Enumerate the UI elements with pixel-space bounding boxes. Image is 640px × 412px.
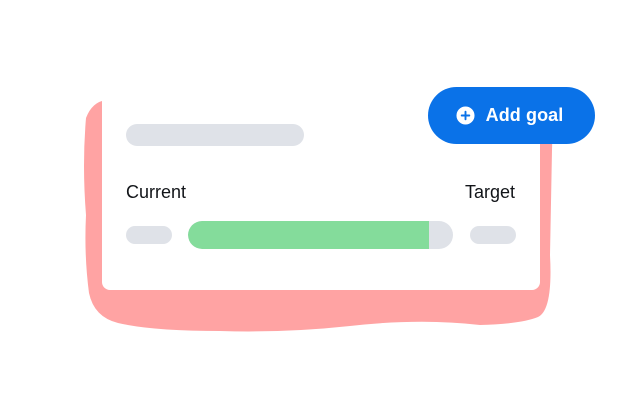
progress-bar bbox=[188, 221, 453, 249]
title-placeholder bbox=[126, 124, 304, 146]
add-goal-button[interactable]: Add goal bbox=[428, 87, 595, 144]
target-value-placeholder bbox=[470, 226, 516, 244]
current-label: Current bbox=[126, 182, 187, 202]
plus-circle-icon bbox=[456, 106, 475, 125]
target-label: Target bbox=[464, 182, 515, 202]
progress-fill bbox=[188, 221, 430, 249]
current-value-placeholder bbox=[126, 226, 172, 244]
add-goal-label: Add goal bbox=[485, 105, 564, 125]
